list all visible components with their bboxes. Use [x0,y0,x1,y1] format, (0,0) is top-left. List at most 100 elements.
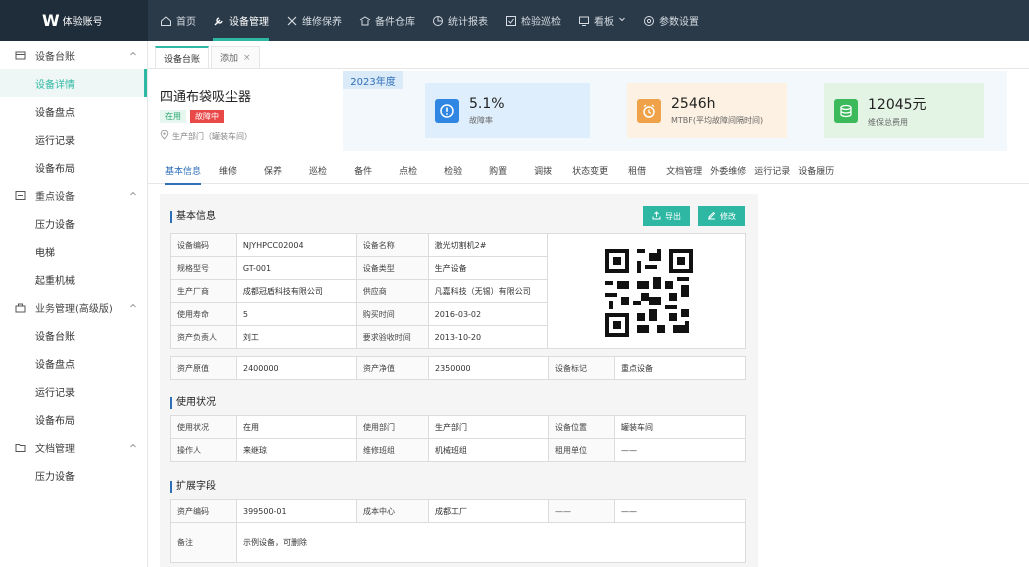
sidebar-item-run-log[interactable]: 运行记录 [0,125,147,153]
qr-code-image [601,245,697,341]
location-pin-icon [160,129,169,142]
year-label: 2023年度 [343,71,403,89]
field-label: 资产原值 [170,356,237,380]
tab-repair[interactable]: 维修 [219,158,237,184]
sidebar-item-business-run-log[interactable]: 运行记录 [0,377,147,405]
field-label: 规格型号 [170,256,237,280]
tab-spot-check[interactable]: 点检 [399,158,417,184]
field-value: 2400000 [236,356,357,380]
field-label: 资产负责人 [170,325,237,349]
logo-mark: W [42,11,60,30]
tab-patrol[interactable]: 巡检 [309,158,327,184]
export-button-label: 导出 [665,211,681,221]
tab-add[interactable]: 添加 × [211,46,260,68]
field-value: 示例设备，可删除 [236,522,746,563]
tab-lease[interactable]: 租借 [628,158,646,184]
sidebar-item-business-inventory[interactable]: 设备盘点 [0,349,147,377]
nav-maintenance[interactable]: 维修保养 [286,0,342,41]
nav-dashboard[interactable]: 看板 [578,0,626,41]
tab-status-change[interactable]: 状态变更 [572,158,608,184]
ledger-icon [15,50,26,61]
field-label: 设备类型 [355,256,429,280]
sidebar-group-business[interactable]: 业务管理(高级版) [0,293,147,321]
field-value: GT-001 [235,256,357,280]
field-label: 设备编码 [170,233,237,257]
tab-label: 设备台账 [164,54,201,65]
field-value: 生产部门 [428,415,549,439]
table-row: 资产原值 2400000 资产净值 2350000 设备标记 重点设备 [170,356,746,380]
sidebar-item-layout[interactable]: 设备布局 [0,153,147,181]
equipment-name: 四通布袋吸尘器 [160,90,252,105]
sidebar-item-equipment-detail[interactable]: 设备详情 [0,69,147,97]
top-nav: 首页 设备管理 维修保养 备件仓库 统计报表 检验巡检 看板 参数设置 [148,0,716,41]
export-button[interactable]: 导出 [643,206,690,226]
nav-inspection[interactable]: 检验巡检 [505,0,561,41]
sidebar-item-pressure-equipment[interactable]: 压力设备 [0,209,147,237]
nav-settings[interactable]: 参数设置 [643,0,699,41]
edit-button[interactable]: 修改 [698,206,745,226]
sidebar-group-ledger[interactable]: 设备台账 [0,41,147,69]
nav-settings-label: 参数设置 [659,17,699,28]
tab-documents[interactable]: 文档管理 [666,158,702,184]
tools-icon [286,15,298,27]
key-equipment-icon [15,190,26,201]
field-label: —— [548,499,615,523]
usage-info-table: 使用状况 在用 使用部门 生产部门 设备位置 罐装车间 操作人 来继琼 维修班组… [170,415,746,462]
logo[interactable]: W 体验账号 [0,0,148,41]
table-row: 操作人 来继琼 维修班组 机械班组 租用单位 —— [170,438,746,462]
sidebar-item-elevator[interactable]: 电梯 [0,237,147,265]
field-label: 资产编码 [170,499,237,523]
pie-chart-icon [432,15,444,27]
alert-clock-icon [435,98,459,123]
tab-inspection[interactable]: 检验 [444,158,462,184]
sidebar-item-inventory[interactable]: 设备盘点 [0,97,147,125]
close-icon[interactable]: × [243,53,251,63]
kpi-mtbf: 2546h MTBF(平均故障间隔时间) [627,83,787,138]
field-value: 成都工厂 [428,499,549,523]
tab-maintenance[interactable]: 保养 [264,158,282,184]
sidebar-group-key-equipment[interactable]: 重点设备 [0,181,147,209]
field-value: 5 [235,302,357,326]
tab-purchase[interactable]: 购置 [489,158,507,184]
section-title-usage: 使用状况 [170,397,216,409]
sidebar-item-business-layout[interactable]: 设备布局 [0,405,147,433]
tab-run-log[interactable]: 运行记录 [754,158,790,184]
nav-warehouse[interactable]: 备件仓库 [359,0,415,41]
tab-spare-parts[interactable]: 备件 [354,158,372,184]
nav-equipment[interactable]: 设备管理 [213,0,269,41]
sidebar: 设备台账 设备详情 设备盘点 运行记录 设备布局 重点设备 压力设备 电梯 起重… [0,41,148,567]
field-value: 机械班组 [428,438,549,462]
kpi-value: 2546h [671,95,716,112]
alarm-clock-icon [637,98,661,123]
tab-transfer[interactable]: 调拨 [534,158,552,184]
field-label: 备注 [170,522,237,563]
sidebar-item-business-ledger[interactable]: 设备台账 [0,321,147,349]
chevron-up-icon [129,190,137,201]
sidebar-item-crane[interactable]: 起重机械 [0,265,147,293]
tab-outsourced-repair[interactable]: 外委维修 [710,158,746,184]
tab-history[interactable]: 设备履历 [798,158,834,184]
tab-basic-info[interactable]: 基本信息 [165,158,202,185]
department-text: 生产部门（罐装车间） [172,131,252,141]
inspection-icon [505,15,517,27]
section-title-extend: 扩展字段 [170,481,216,493]
nav-reports[interactable]: 统计报表 [432,0,488,41]
chevron-up-icon [129,50,137,61]
department: 生产部门（罐装车间） [160,129,343,142]
gear-icon [643,15,655,27]
field-label: 成本中心 [356,499,429,523]
detail-tabs: 基本信息 维修 保养 巡检 备件 点检 检验 购置 调拨 状态变更 租借 文档管… [148,158,1029,185]
nav-dashboard-label: 看板 [594,17,614,28]
kpi-value: 12045元 [868,96,927,113]
nav-home[interactable]: 首页 [160,0,196,41]
chevron-up-icon [129,442,137,453]
sidebar-item-doc-pressure-equipment[interactable]: 压力设备 [0,461,147,489]
tab-ledger[interactable]: 设备台账 [155,46,210,68]
field-value: 来继琼 [236,438,357,462]
field-label: 使用部门 [356,415,429,439]
sidebar-group-label: 文档管理 [35,443,75,455]
field-value: —— [614,438,746,462]
edit-button-label: 修改 [720,211,736,221]
kpi-label: 故障率 [469,115,493,125]
sidebar-group-documents[interactable]: 文档管理 [0,433,147,461]
